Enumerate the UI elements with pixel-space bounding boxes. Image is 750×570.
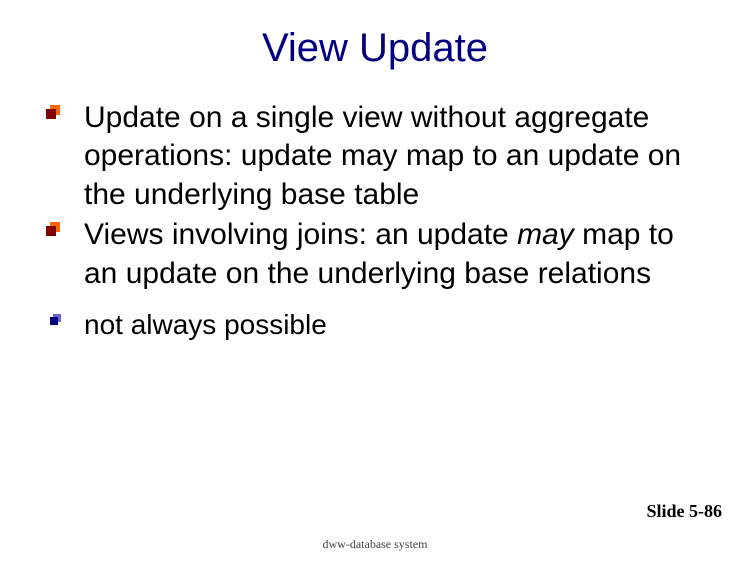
bullet-item: Views involving joins: an update may map…	[84, 216, 710, 293]
bullet-list: Update on a single view without aggregat…	[40, 99, 710, 293]
bullet-icon	[46, 105, 60, 119]
slide-footer: dww-database system	[0, 537, 750, 552]
slide-title: View Update	[40, 26, 710, 71]
bullet-text-prefix: Views involving joins: an update	[84, 218, 517, 251]
slide-number: Slide 5-86	[646, 501, 722, 522]
sub-bullet-text: not always possible	[84, 309, 327, 340]
bullet-icon	[46, 222, 60, 236]
bullet-text: Update on a single view without aggregat…	[84, 101, 681, 211]
sub-bullet-icon	[50, 314, 62, 326]
slide: View Update Update on a single view with…	[0, 0, 750, 570]
bullet-text-italic: may	[517, 218, 574, 251]
sub-bullet-item: not always possible	[84, 307, 710, 343]
bullet-item: Update on a single view without aggregat…	[84, 99, 710, 214]
sub-bullet-list: not always possible	[40, 307, 710, 343]
